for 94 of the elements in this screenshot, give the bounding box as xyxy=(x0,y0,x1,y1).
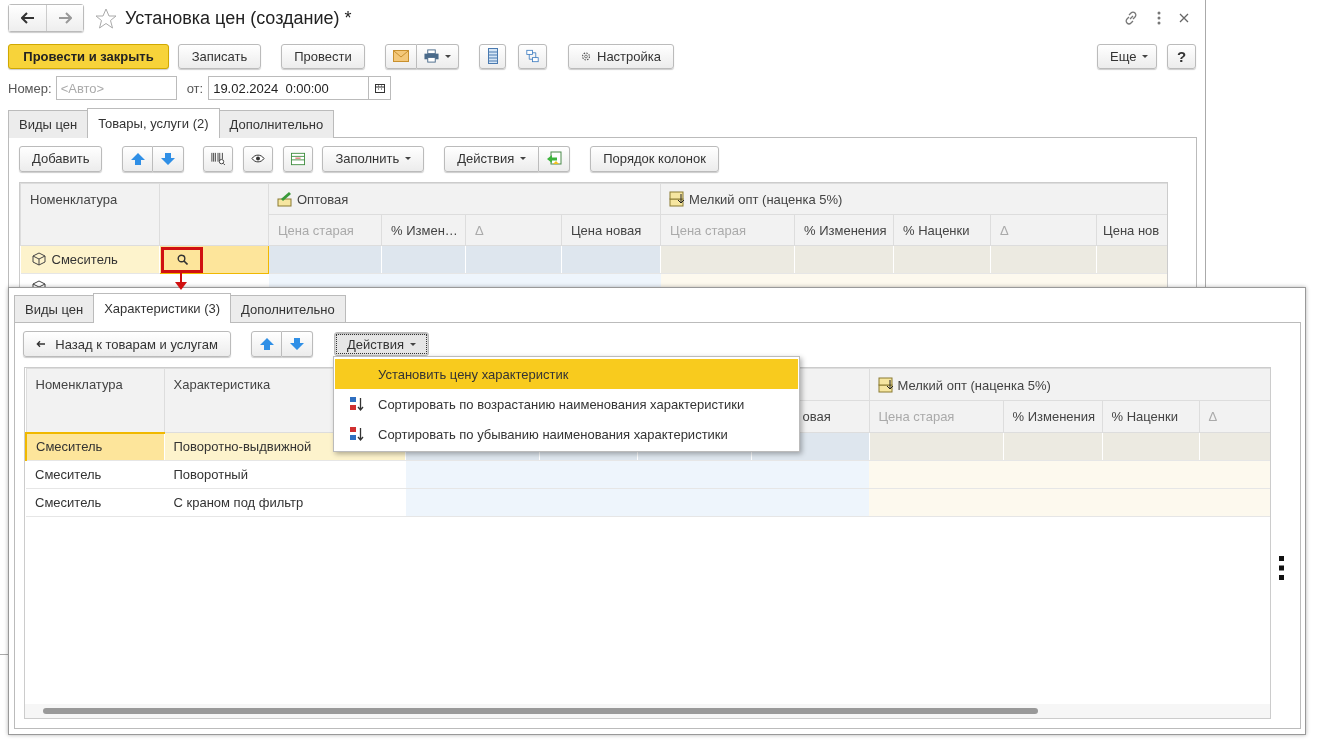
price-cell[interactable] xyxy=(1199,488,1270,517)
price-cell[interactable] xyxy=(751,460,869,489)
price-cell[interactable] xyxy=(869,488,1003,517)
export-icon xyxy=(546,150,563,167)
column-group-header[interactable]: Мелкий опт (наценка 5%) xyxy=(869,368,1270,401)
column-header[interactable]: Номенклатура xyxy=(20,183,160,246)
table-cell[interactable]: Поворотный xyxy=(164,460,405,489)
add-button[interactable]: Добавить xyxy=(19,145,103,172)
back-button[interactable] xyxy=(9,5,46,31)
fill-button[interactable]: Заполнить xyxy=(322,145,425,172)
column-group-header[interactable]: Оптовая xyxy=(268,183,661,215)
list-button[interactable] xyxy=(479,43,506,69)
eye-button[interactable] xyxy=(243,145,274,172)
more-options-icon[interactable] xyxy=(1279,556,1284,580)
calendar-icon[interactable] xyxy=(374,83,385,93)
settings-button[interactable]: Настройка xyxy=(568,43,674,69)
arrow-down-icon xyxy=(290,338,304,350)
move-down-button[interactable] xyxy=(282,331,313,357)
number-field[interactable]: <Авто> xyxy=(55,76,177,100)
field-label: Номер: xyxy=(8,80,52,96)
command-button[interactable]: Записать xyxy=(178,43,261,69)
settings-icon xyxy=(581,49,591,63)
arrow-left-icon xyxy=(36,339,46,349)
table-cell[interactable]: Смеситель xyxy=(26,488,164,517)
barcode-button[interactable] xyxy=(203,145,234,172)
column-header[interactable]: % Наценки xyxy=(893,214,991,246)
print-button[interactable] xyxy=(417,43,459,69)
actions-button[interactable]: Действия xyxy=(334,332,429,356)
price-edit-icon xyxy=(277,191,293,207)
arrow-right-icon xyxy=(58,12,72,24)
actions-button[interactable]: Действия xyxy=(444,145,540,172)
hierarchy-icon xyxy=(526,48,539,64)
price-cell[interactable] xyxy=(751,488,869,517)
pointer-arrow xyxy=(175,271,187,291)
tab[interactable]: Виды цен xyxy=(14,295,95,323)
search-icon xyxy=(176,254,188,265)
eye-icon xyxy=(251,154,266,163)
tab[interactable]: Товары, услуги (2) xyxy=(87,108,220,138)
tab[interactable]: Характеристики (3) xyxy=(93,293,232,323)
table-icon xyxy=(291,151,306,166)
price-cell[interactable] xyxy=(869,460,1003,489)
tab[interactable]: Виды цен xyxy=(8,110,89,138)
move-up-button[interactable] xyxy=(251,331,282,357)
search-button[interactable] xyxy=(161,246,203,273)
tab[interactable]: Дополнительно xyxy=(218,110,335,138)
export-button[interactable] xyxy=(539,145,571,172)
column-group-header[interactable]: Мелкий опт (наценка 5%) xyxy=(660,183,1167,215)
column-header[interactable]: Номенклатура xyxy=(26,368,164,433)
price-table-icon xyxy=(669,191,686,207)
table-cell[interactable]: Смеситель xyxy=(26,460,164,489)
arrow-up-icon xyxy=(130,152,145,165)
close-icon[interactable] xyxy=(1179,13,1189,23)
arrow-left-icon xyxy=(20,12,35,24)
price-cell[interactable] xyxy=(1199,460,1270,489)
email-button[interactable] xyxy=(385,43,417,69)
table-button[interactable] xyxy=(283,145,314,172)
table-cell[interactable]: С краном под фильтр xyxy=(164,488,405,517)
price-cell[interactable] xyxy=(405,460,539,489)
back-button[interactable]: Назад к товарам и услугам xyxy=(23,331,231,357)
move-up-button[interactable] xyxy=(122,145,154,172)
move-down-button[interactable] xyxy=(153,145,185,172)
sort-icon xyxy=(349,396,364,412)
column-header[interactable]: % Изменения xyxy=(1003,400,1102,433)
column-header[interactable]: % Наценки xyxy=(1102,400,1199,433)
envelope-icon xyxy=(393,50,409,62)
menu-item[interactable]: Установить цену характеристик xyxy=(335,359,798,389)
box-icon xyxy=(31,252,46,266)
price-cell[interactable] xyxy=(405,488,539,517)
column-header[interactable]: % Измен… xyxy=(381,214,466,246)
help-button[interactable]: ? xyxy=(1167,43,1196,69)
star-icon[interactable] xyxy=(95,7,117,29)
column-header[interactable]: Цена нов xyxy=(1096,214,1167,246)
column-header[interactable]: Цена новая xyxy=(561,214,661,246)
table-cell[interactable]: Смеситель xyxy=(20,245,160,274)
more-button[interactable]: Еще xyxy=(1097,43,1157,69)
arrow-down-icon xyxy=(161,152,176,165)
structure-button[interactable] xyxy=(518,43,547,69)
command-button[interactable]: Провести xyxy=(281,43,365,69)
sort-icon xyxy=(349,426,364,442)
date-field[interactable]: 19.02.2024 0:00:00 xyxy=(208,76,392,100)
link-icon[interactable] xyxy=(1123,10,1139,26)
field-label: от: xyxy=(186,80,204,96)
column-header[interactable]: % Изменения xyxy=(794,214,894,246)
printer-icon xyxy=(424,49,439,63)
barcode-search-icon xyxy=(211,150,226,167)
table-cell[interactable]: Смеситель xyxy=(26,432,164,461)
list-icon xyxy=(487,48,498,64)
price-table-icon xyxy=(877,376,894,393)
command-button[interactable]: Провести и закрыть xyxy=(8,43,169,69)
arrow-up-icon xyxy=(259,338,274,350)
tab[interactable]: Дополнительно xyxy=(230,295,346,323)
column-order-button[interactable]: Порядок колонок xyxy=(590,145,719,172)
horizontal-scrollbar[interactable] xyxy=(25,704,1270,718)
window-title: Установка цен (создание) * xyxy=(125,7,352,29)
